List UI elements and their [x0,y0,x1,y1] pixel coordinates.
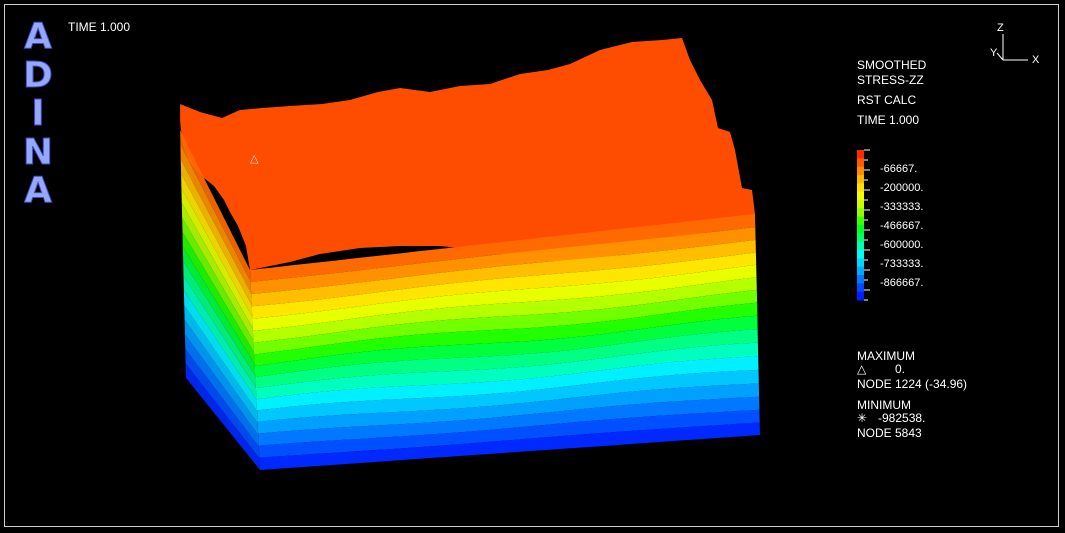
minimum-value: -982538. [878,411,926,425]
result-type: SMOOTHED [857,58,927,72]
legend-color-swatch [857,241,864,251]
legend-label: -466667. [880,220,924,232]
maximum-symbol-icon: △ [857,362,867,376]
legend-color-swatch [857,175,864,184]
legend-color-swatch [857,166,864,176]
legend-color-swatch [857,200,864,209]
minimum-symbol-icon: ✳ [857,411,868,425]
maximum-value: 0. [895,362,906,376]
z-axis-label: Z [997,22,1004,34]
result-calc: RST CALC [857,93,917,107]
legend-color-swatch [857,258,864,268]
maximum-title: MAXIMUM [857,349,915,363]
legend-label: -66667. [880,163,918,175]
legend-color-swatch [857,283,864,293]
y-axis-line [996,52,1004,61]
legend-color-swatch [857,183,864,193]
maximum-node: NODE 1224 (-34.96) [857,377,968,391]
legend-color-swatch [857,233,864,243]
legend-label: -733333. [880,258,924,270]
minimum-title: MINIMUM [857,398,911,412]
result-component: STRESS-ZZ [857,73,924,87]
legend-color-swatch [857,150,864,159]
legend-label: -333333. [880,201,924,213]
legend-color-swatch [857,208,864,218]
legend-color-swatch [857,216,864,226]
legend-color-swatch [857,250,864,259]
legend-color-swatch [857,291,864,301]
result-time: TIME 1.000 [857,113,920,127]
x-axis-label: X [1032,54,1040,66]
minimum-node: NODE 5843 [857,426,922,440]
legend-label: -866667. [880,277,924,289]
max-marker-icon: △ [250,152,259,165]
legend-label: -600000. [880,239,924,251]
legend-color-swatch [857,191,864,201]
legend-color-swatch [857,266,864,276]
legend-color-swatch [857,158,864,168]
legend-label: -200000. [880,182,924,194]
axis-triad-icon [996,34,1028,61]
y-axis-label: Y [990,47,998,59]
color-legend-bar [857,149,870,301]
legend-color-swatch [857,225,864,234]
stress-contour-model [179,38,760,470]
legend-color-swatch [857,275,864,284]
